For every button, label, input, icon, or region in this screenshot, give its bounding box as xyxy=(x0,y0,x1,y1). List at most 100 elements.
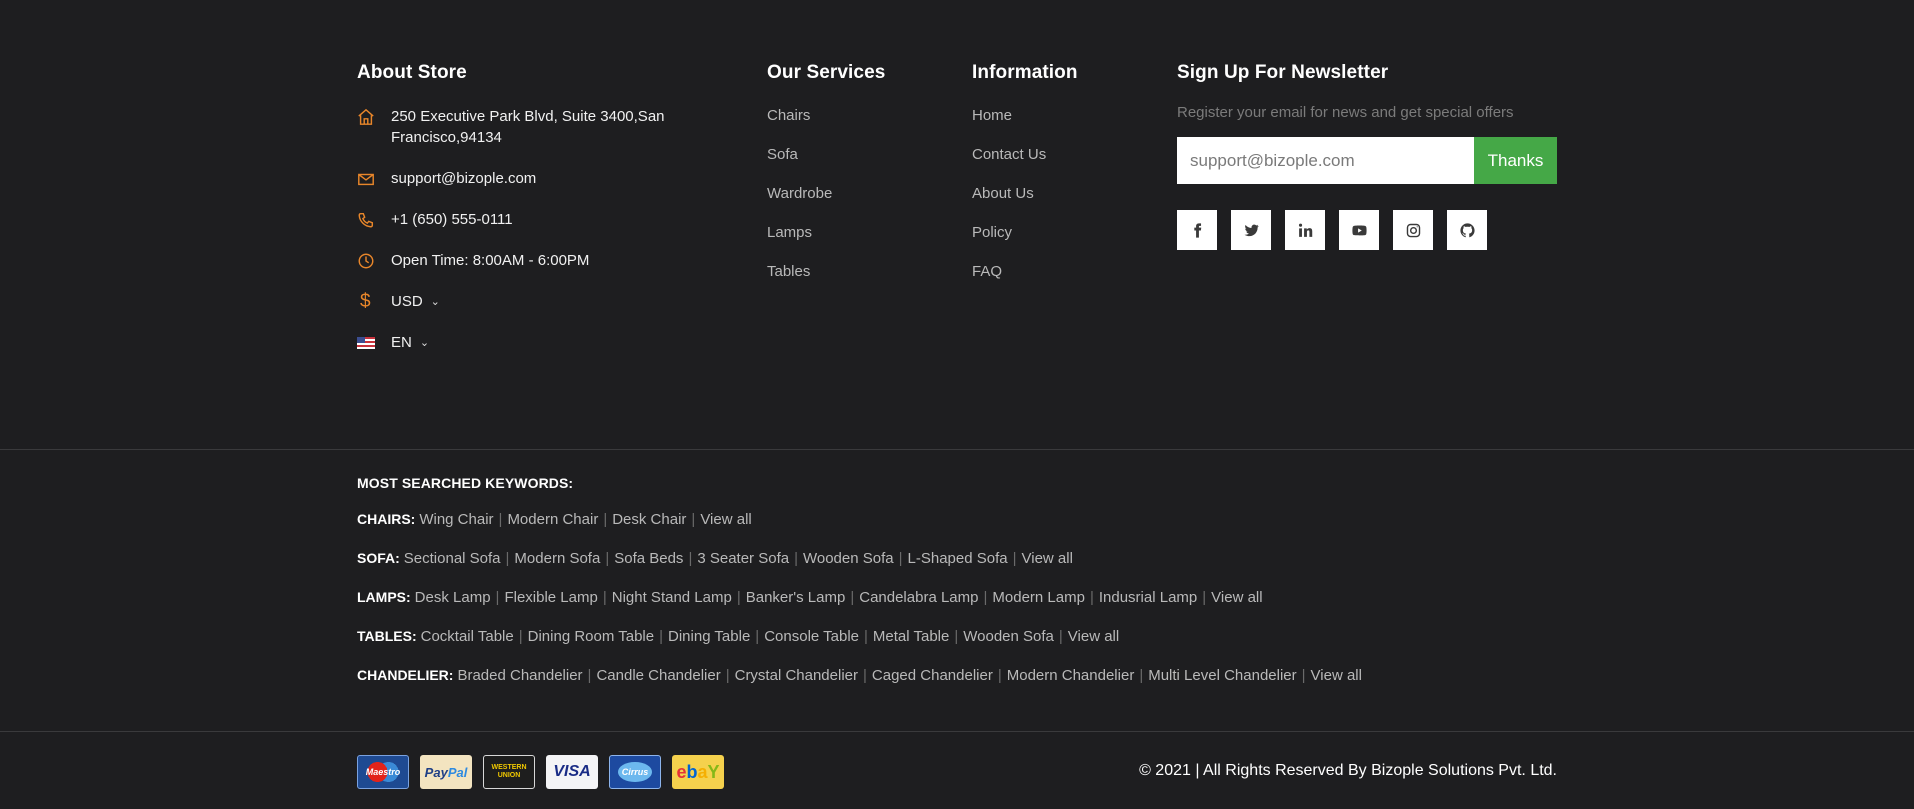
keyword-link[interactable]: Dining Room Table xyxy=(528,628,654,645)
info-link-about[interactable]: About Us xyxy=(972,185,1034,202)
keyword-row: LAMPS: Desk Lamp | Flexible Lamp | Night Stan… xyxy=(357,587,1557,608)
service-link-lamps[interactable]: Lamps xyxy=(767,224,812,241)
keyword-separator: | xyxy=(505,550,510,567)
keyword-separator: | xyxy=(954,628,959,645)
keyword-link[interactable]: Dining Table xyxy=(668,628,750,645)
keyword-link[interactable]: Crystal Chandelier xyxy=(735,667,858,684)
our-services-column: Our Services Chairs Sofa Wardrobe Lamps … xyxy=(767,62,947,301)
clock-icon xyxy=(357,250,391,271)
keyword-link[interactable]: Braded Chandelier xyxy=(457,667,582,684)
keyword-category-label: TABLES: xyxy=(357,628,417,644)
info-link-home[interactable]: Home xyxy=(972,107,1012,124)
service-link-tables[interactable]: Tables xyxy=(767,263,810,280)
newsletter-form: Thanks xyxy=(1177,137,1557,184)
keyword-link[interactable]: Modern Chair xyxy=(507,511,598,528)
currency-row[interactable]: $ USD ⌄ xyxy=(357,291,687,312)
keyword-separator: | xyxy=(1058,628,1063,645)
store-email[interactable]: support@bizople.com xyxy=(391,168,536,189)
maestro-logo: Maestro xyxy=(357,755,409,789)
keyword-link[interactable]: L-Shaped Sofa xyxy=(908,550,1008,567)
currency-value: USD xyxy=(391,293,423,310)
phone-icon xyxy=(357,209,391,230)
keyword-separator: | xyxy=(863,667,867,684)
keyword-link[interactable]: Multi Level Chandelier xyxy=(1148,667,1296,684)
cirrus-logo: Cirrus xyxy=(609,755,661,789)
service-link-wardrobe[interactable]: Wardrobe xyxy=(767,185,832,202)
keyword-link[interactable]: Desk Lamp xyxy=(415,589,491,606)
keyword-separator: | xyxy=(864,628,868,645)
keyword-link[interactable]: View all xyxy=(1022,550,1073,567)
dollar-icon: $ xyxy=(360,291,371,312)
keyword-separator: | xyxy=(725,667,730,684)
keyword-link[interactable]: Modern Lamp xyxy=(992,589,1085,606)
keyword-separator: | xyxy=(659,628,664,645)
service-link-sofa[interactable]: Sofa xyxy=(767,146,798,163)
keyword-link[interactable]: Console Table xyxy=(764,628,859,645)
keyword-row: TABLES: Cocktail Table | Dining Room Table |… xyxy=(357,626,1557,647)
currency-dropdown[interactable]: USD ⌄ xyxy=(391,291,440,312)
keyword-separator: | xyxy=(736,589,741,606)
us-flag-icon xyxy=(357,332,391,353)
keyword-link[interactable]: Wooden Sofa xyxy=(803,550,894,567)
keyword-separator: | xyxy=(605,550,610,567)
github-icon[interactable] xyxy=(1447,210,1487,250)
keyword-link[interactable]: Modern Chandelier xyxy=(1007,667,1135,684)
home-icon xyxy=(357,106,391,127)
most-searched-keywords: MOST SEARCHED KEYWORDS: CHAIRS: Wing Chai… xyxy=(357,475,1557,704)
facebook-icon[interactable] xyxy=(1177,210,1217,250)
service-link-chairs[interactable]: Chairs xyxy=(767,107,810,124)
information-column: Information Home Contact Us About Us Pol… xyxy=(972,62,1152,301)
keyword-row: CHANDELIER: Braded Chandelier | Candle Chan… xyxy=(357,665,1557,686)
newsletter-title: Sign Up For Newsletter xyxy=(1177,62,1389,83)
keyword-link[interactable]: Candelabra Lamp xyxy=(859,589,978,606)
newsletter-submit-button[interactable]: Thanks xyxy=(1474,137,1557,184)
keyword-link[interactable]: Modern Sofa xyxy=(514,550,600,567)
keyword-link[interactable]: 3 Seater Sofa xyxy=(697,550,789,567)
paypal-logo: Pay Pal xyxy=(420,755,472,789)
newsletter-text: Register your email for news and get spe… xyxy=(1177,104,1514,121)
keyword-link[interactable]: View all xyxy=(700,511,751,528)
keyword-link[interactable]: Flexible Lamp xyxy=(504,589,597,606)
store-phone[interactable]: +1 (650) 555-0111 xyxy=(391,209,513,230)
keyword-link[interactable]: Sofa Beds xyxy=(614,550,683,567)
newsletter-email-input[interactable] xyxy=(1177,137,1474,184)
language-dropdown[interactable]: EN ⌄ xyxy=(391,332,429,353)
divider-top xyxy=(0,449,1914,450)
keyword-link[interactable]: Indusrial Lamp xyxy=(1099,589,1197,606)
keyword-link[interactable]: Desk Chair xyxy=(612,511,686,528)
email-row[interactable]: support@bizople.com xyxy=(357,168,687,189)
keyword-separator: | xyxy=(587,667,592,684)
info-link-policy[interactable]: Policy xyxy=(972,224,1012,241)
keyword-link[interactable]: Wing Chair xyxy=(419,511,493,528)
twitter-icon[interactable] xyxy=(1231,210,1271,250)
keyword-category-label: CHANDELIER: xyxy=(357,667,454,683)
keyword-link[interactable]: View all xyxy=(1068,628,1119,645)
language-row[interactable]: EN ⌄ xyxy=(357,332,687,353)
chevron-down-icon: ⌄ xyxy=(430,296,440,308)
keyword-link[interactable]: View all xyxy=(1211,589,1262,606)
youtube-icon[interactable] xyxy=(1339,210,1379,250)
language-value: EN xyxy=(391,334,412,351)
store-address: 250 Executive Park Blvd, Suite 3400,San … xyxy=(391,108,665,146)
address-row: 250 Executive Park Blvd, Suite 3400,San … xyxy=(357,106,687,148)
keyword-link[interactable]: Wooden Sofa xyxy=(963,628,1054,645)
keyword-link[interactable]: Caged Chandelier xyxy=(872,667,993,684)
our-services-title: Our Services xyxy=(767,62,886,83)
keyword-separator: | xyxy=(850,589,855,606)
copyright-text: © 2021 | All Rights Reserved By Bizople … xyxy=(1139,762,1557,779)
info-link-contact[interactable]: Contact Us xyxy=(972,146,1046,163)
divider-bottom xyxy=(0,731,1914,732)
info-link-faq[interactable]: FAQ xyxy=(972,263,1002,280)
phone-row[interactable]: +1 (650) 555-0111 xyxy=(357,209,687,230)
keyword-link[interactable]: Cocktail Table xyxy=(421,628,514,645)
keyword-separator: | xyxy=(1202,589,1207,606)
keyword-link[interactable]: Banker's Lamp xyxy=(746,589,846,606)
keyword-row: CHAIRS: Wing Chair | Modern Chair | Desk Chai… xyxy=(357,509,1557,530)
keyword-link[interactable]: Candle Chandelier xyxy=(596,667,720,684)
instagram-icon[interactable] xyxy=(1393,210,1433,250)
keyword-link[interactable]: Sectional Sofa xyxy=(404,550,501,567)
keyword-link[interactable]: View all xyxy=(1311,667,1362,684)
keyword-link[interactable]: Night Stand Lamp xyxy=(612,589,732,606)
linkedin-icon[interactable] xyxy=(1285,210,1325,250)
keyword-link[interactable]: Metal Table xyxy=(873,628,949,645)
